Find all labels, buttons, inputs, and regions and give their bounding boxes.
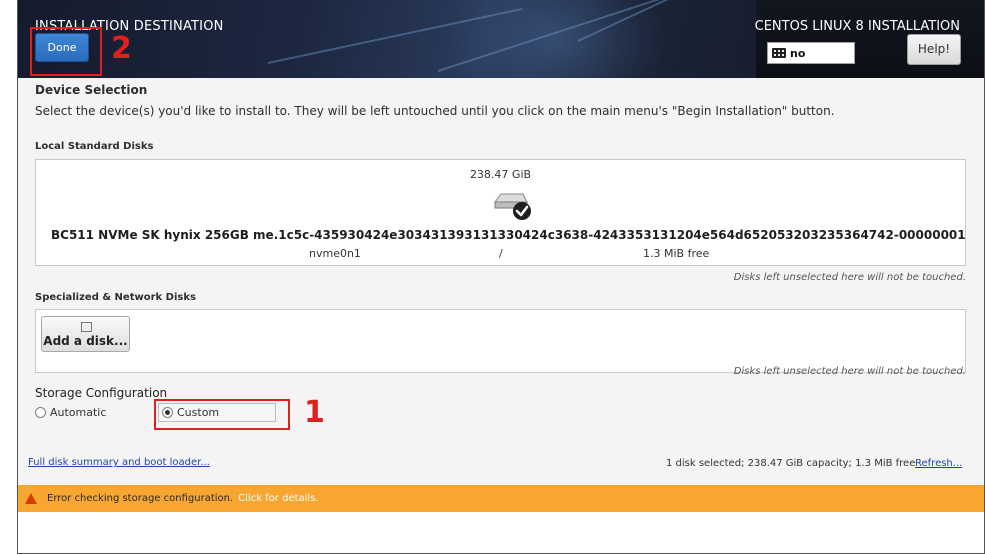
add-disk-label: Add a disk...	[43, 334, 128, 348]
disk-size: 238.47 GiB	[469, 168, 532, 181]
header-bar: INSTALLATION DESTINATION Done 2 CENTOS L…	[18, 0, 984, 78]
help-button[interactable]: Help!	[907, 34, 961, 65]
local-disks-title: Local Standard Disks	[35, 141, 154, 152]
keyboard-icon	[772, 48, 786, 58]
disk-selection-summary: 1 disk selected; 238.47 GiB capacity; 1.…	[666, 458, 916, 469]
window-bottom-area	[18, 512, 984, 553]
warning-details-link[interactable]: Click for details.	[238, 493, 318, 504]
add-disk-button[interactable]: Add a disk...	[41, 316, 130, 352]
local-disks-panel: 238.47 GiB BC511 NVMe SK hynix 256GB me.…	[35, 159, 966, 266]
specialized-disks-title: Specialized & Network Disks	[35, 292, 196, 303]
specialized-disks-note: Disks left unselected here will not be t…	[733, 366, 966, 377]
device-selection-title: Device Selection	[35, 83, 148, 97]
disk-device: nvme0n1	[309, 247, 361, 260]
device-selection-description: Select the device(s) you'd like to insta…	[35, 104, 835, 118]
full-disk-summary-link[interactable]: Full disk summary and boot loader...	[28, 457, 210, 468]
hard-disk-icon	[494, 193, 531, 220]
local-disks-note: Disks left unselected here will not be t…	[733, 272, 966, 283]
automatic-radio[interactable]	[35, 407, 46, 418]
disk-free: 1.3 MiB free	[643, 247, 710, 260]
product-title: CENTOS LINUX 8 INSTALLATION	[754, 19, 960, 34]
automatic-radio-option[interactable]: Automatic	[35, 406, 106, 419]
refresh-link[interactable]: Refresh...	[915, 458, 962, 469]
disk-mount: /	[499, 247, 503, 260]
header-glow	[448, 0, 668, 78]
add-disk-icon	[81, 322, 92, 332]
automatic-label: Automatic	[50, 406, 107, 419]
custom-highlight-box	[154, 399, 290, 430]
custom-step-number: 1	[304, 395, 325, 430]
warning-icon	[25, 493, 37, 504]
specialized-disks-panel: Add a disk...	[35, 309, 966, 373]
done-highlight-box	[30, 27, 102, 76]
keyboard-layout-label: no	[790, 46, 806, 60]
main-content: Device Selection Select the device(s) yo…	[18, 78, 984, 485]
done-step-number: 2	[111, 31, 132, 66]
disk-name: BC511 NVMe SK hynix 256GB me.1c5c-435930…	[51, 228, 966, 242]
storage-warning-bar: Error checking storage configuration. Cl…	[18, 485, 984, 512]
warning-text: Error checking storage configuration.	[47, 493, 234, 504]
keyboard-layout-indicator[interactable]: no	[767, 42, 855, 64]
installer-window: INSTALLATION DESTINATION Done 2 CENTOS L…	[17, 0, 985, 554]
storage-configuration-title: Storage Configuration	[35, 386, 168, 400]
disk-tile[interactable]	[476, 190, 536, 224]
